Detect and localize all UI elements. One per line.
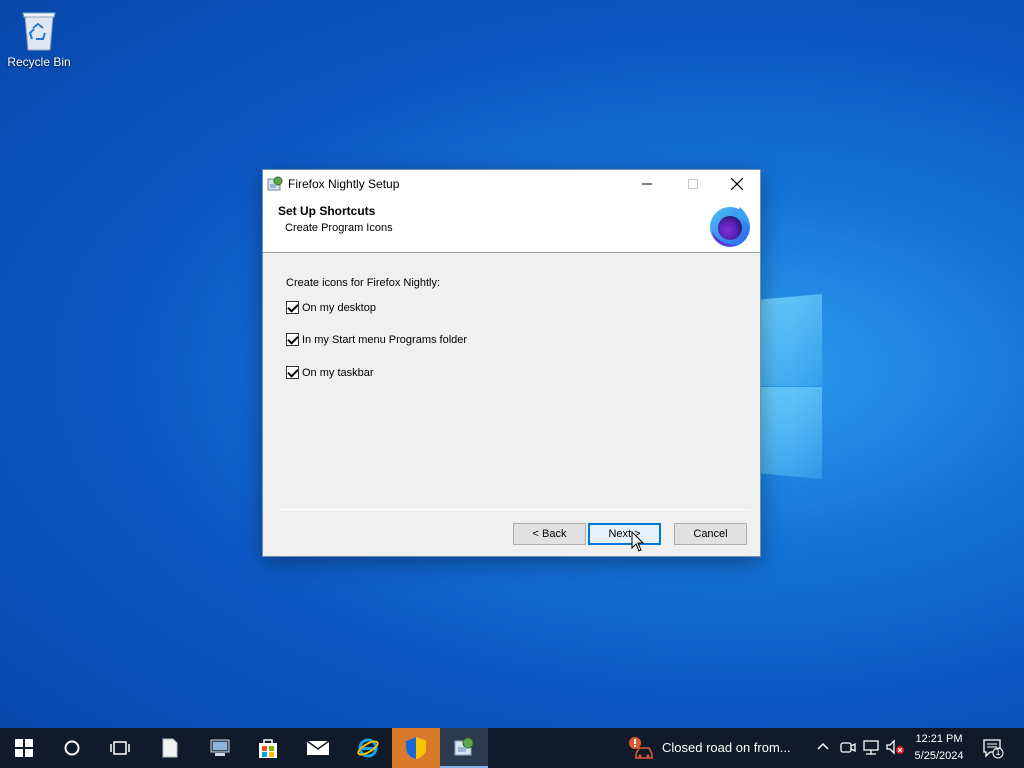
checkbox-start-menu[interactable] — [286, 333, 299, 346]
shortcut-prompt: Create icons for Firefox Nightly: — [286, 277, 441, 289]
option-taskbar-shortcut[interactable]: On my taskbar — [286, 366, 374, 379]
dialog-titlebar[interactable]: Firefox Nightly Setup — [263, 170, 760, 197]
computer-icon — [210, 739, 230, 756]
button-separator — [278, 509, 750, 510]
store-bag-icon — [259, 739, 277, 758]
option-desktop-shortcut[interactable]: On my desktop — [286, 301, 376, 314]
wizard-page-subtitle: Create Program Icons — [285, 222, 393, 234]
firefox-nightly-logo — [706, 201, 754, 249]
dialog-title: Firefox Nightly Setup — [288, 176, 400, 191]
start-button[interactable] — [0, 728, 48, 768]
clock-date: 5/25/2024 — [914, 750, 964, 762]
maximize-button — [670, 170, 716, 197]
traffic-alert-icon[interactable] — [628, 736, 656, 760]
wizard-body: Create icons for Firefox Nightly: On my … — [263, 254, 760, 556]
uac-shield-app[interactable] — [392, 728, 440, 768]
checkbox-label: On my desktop — [302, 301, 376, 314]
desktop-icon-label: Recycle Bin — [7, 55, 71, 69]
minimize-icon — [642, 183, 652, 184]
checkbox-label: In my Start menu Programs folder — [302, 333, 468, 346]
search-button[interactable] — [48, 728, 96, 768]
clock[interactable]: 12:21 PM 5/25/2024 — [910, 731, 968, 765]
checkbox-label: On my taskbar — [302, 366, 374, 379]
windows-start-icon — [15, 739, 33, 757]
close-button[interactable] — [714, 170, 760, 197]
checkbox-taskbar[interactable] — [286, 366, 299, 379]
next-button[interactable]: Next > — [588, 523, 661, 545]
wizard-page-title: Set Up Shortcuts — [278, 204, 376, 218]
desktop-icon-recycle-bin[interactable]: Recycle Bin — [4, 6, 74, 69]
show-hidden-icons-chevron-icon[interactable] — [815, 738, 833, 756]
recycle-bin-icon — [19, 8, 59, 52]
close-icon — [731, 177, 743, 190]
task-view-button[interactable] — [96, 728, 144, 768]
wizard-header: Set Up Shortcuts Create Program Icons — [263, 197, 760, 253]
minimize-button[interactable] — [624, 170, 670, 197]
cortana-circle-icon — [64, 740, 80, 756]
internet-explorer-app[interactable] — [344, 728, 392, 768]
cancel-button[interactable]: Cancel — [674, 523, 747, 545]
document-icon — [162, 738, 178, 758]
setup-dialog: Firefox Nightly Setup Set Up Shortcuts C… — [262, 169, 761, 557]
back-button[interactable]: < Back — [513, 523, 586, 545]
mail-icon — [306, 740, 330, 755]
notepad-app[interactable] — [146, 728, 194, 768]
computer-app[interactable] — [196, 728, 244, 768]
clock-time: 12:21 PM — [915, 733, 963, 745]
volume-muted-icon[interactable] — [885, 738, 904, 756]
action-center-badge: 1 — [995, 747, 1001, 757]
setup-app[interactable] — [440, 728, 488, 768]
notification-text[interactable]: Closed road on from... — [662, 740, 791, 755]
checkbox-desktop[interactable] — [286, 301, 299, 314]
option-start-menu-shortcut[interactable]: In my Start menu Programs folder — [286, 333, 467, 346]
store-app[interactable] — [244, 728, 292, 768]
mail-app[interactable] — [294, 728, 342, 768]
taskbar: Closed road on from... 12:21 PM 5/25/202… — [0, 728, 1024, 768]
action-center-button[interactable]: 1 — [982, 737, 1004, 759]
meet-now-icon[interactable] — [839, 738, 857, 756]
mouse-cursor-icon — [631, 530, 645, 553]
windows-logo-wallpaper — [760, 288, 824, 480]
setup-icon — [454, 737, 474, 756]
shield-icon — [406, 737, 426, 759]
network-icon[interactable] — [862, 738, 880, 756]
ie-icon — [357, 738, 379, 758]
maximize-icon — [688, 178, 698, 189]
setup-app-icon — [267, 176, 283, 192]
task-view-icon — [110, 741, 130, 755]
